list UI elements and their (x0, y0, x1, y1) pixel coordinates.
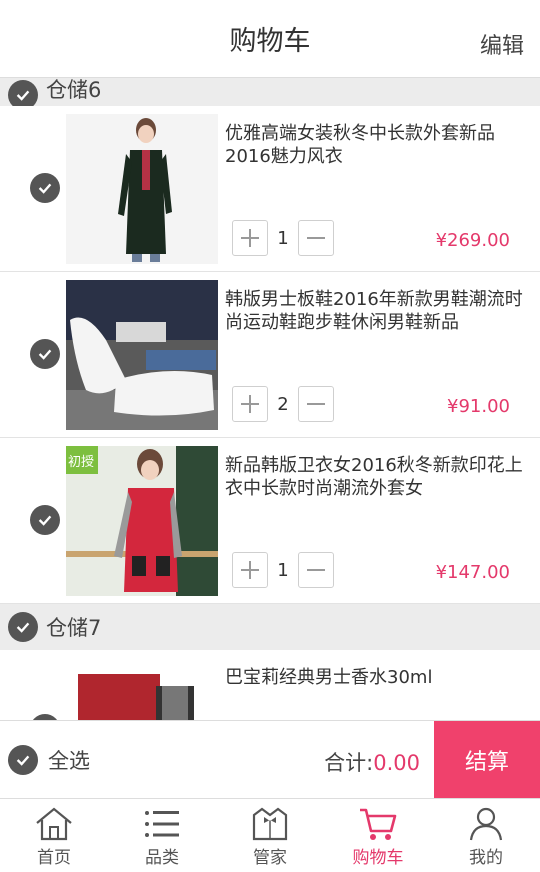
group-name: 仓储7 (46, 616, 102, 640)
total-label: 合计: (324, 751, 374, 775)
increase-button[interactable] (232, 220, 268, 256)
decrease-button[interactable] (298, 386, 334, 422)
minus-icon (307, 569, 325, 571)
group-name: 仓储6 (46, 78, 102, 102)
tab-butler[interactable]: 管家 (216, 799, 324, 872)
cart-content: 仓储6 优雅高端女装秋冬中长款外套新品2016魅力风衣 1 ¥269.00 韩版… (0, 78, 540, 720)
product-price: ¥147.00 (435, 562, 510, 583)
select-all-toggle[interactable]: 全选 (8, 744, 90, 775)
user-icon (469, 807, 503, 841)
decrease-button[interactable] (298, 552, 334, 588)
increase-button[interactable] (232, 386, 268, 422)
tab-label: 我的 (469, 848, 503, 868)
butler-icon (252, 807, 288, 841)
product-price: ¥91.00 (447, 396, 510, 417)
total-summary: 合计:0.00 (324, 747, 420, 777)
bottom-tab-bar: 首页 品类 管家 购物车 我的 (0, 798, 540, 872)
header-bar: 购物车 编辑 (0, 0, 540, 78)
product-name[interactable]: 巴宝莉经典男士香水30ml (225, 666, 525, 689)
tab-category[interactable]: 品类 (108, 799, 216, 872)
total-amount: 0.00 (373, 751, 420, 775)
cart-item: 初授 新品韩版卫衣女2016秋冬新款印花上衣中长款时尚潮流外套女 1 ¥147.… (0, 438, 540, 604)
quantity-value: 1 (277, 227, 289, 249)
product-image[interactable] (66, 280, 218, 430)
edit-button[interactable]: 编辑 (480, 28, 524, 60)
cart-item: 巴宝莉经典男士香水30ml (0, 650, 540, 720)
product-name[interactable]: 新品韩版卫衣女2016秋冬新款印花上衣中长款时尚潮流外套女 (225, 454, 525, 500)
quantity-value: 1 (277, 559, 289, 581)
group-header[interactable]: 仓储7 (0, 604, 540, 650)
product-name[interactable]: 优雅高端女装秋冬中长款外套新品2016魅力风衣 (225, 122, 525, 168)
checkout-button[interactable]: 结算 (434, 721, 540, 798)
cart-icon (360, 808, 397, 840)
product-badge: 初授 (68, 455, 95, 470)
product-name[interactable]: 韩版男士板鞋2016年新款男鞋潮流时尚运动鞋跑步鞋休闲男鞋新品 (225, 288, 525, 334)
quantity-stepper: 2 (232, 386, 334, 422)
cart-item: 韩版男士板鞋2016年新款男鞋潮流时尚运动鞋跑步鞋休闲男鞋新品 2 ¥91.00 (0, 272, 540, 438)
quantity-value: 2 (277, 393, 289, 415)
quantity-stepper: 1 (232, 220, 334, 256)
minus-icon (307, 403, 325, 405)
minus-icon (307, 237, 325, 239)
page-title: 购物车 (229, 26, 311, 57)
group-check-icon[interactable] (8, 612, 38, 642)
tab-home[interactable]: 首页 (0, 799, 108, 872)
plus-icon (241, 561, 259, 579)
tab-label: 购物车 (352, 848, 404, 868)
select-all-check-icon[interactable] (8, 744, 38, 775)
tab-label: 品类 (145, 848, 179, 868)
tab-label: 管家 (253, 848, 287, 868)
plus-icon (241, 229, 259, 247)
tab-cart[interactable]: 购物车 (324, 799, 432, 872)
cart-item: 优雅高端女装秋冬中长款外套新品2016魅力风衣 1 ¥269.00 (0, 106, 540, 272)
product-image[interactable]: 初授 (66, 446, 218, 596)
plus-icon (241, 395, 259, 413)
product-image[interactable] (66, 658, 218, 720)
increase-button[interactable] (232, 552, 268, 588)
product-image[interactable] (66, 114, 218, 264)
product-price: ¥269.00 (435, 230, 510, 251)
item-check-icon[interactable] (30, 173, 60, 203)
item-check-icon[interactable] (30, 505, 60, 535)
list-icon (145, 811, 179, 837)
tab-mine[interactable]: 我的 (432, 799, 540, 872)
quantity-stepper: 1 (232, 552, 334, 588)
checkout-bar: 全选 合计:0.00 结算 (0, 720, 540, 798)
group-header[interactable]: 仓储6 (0, 78, 540, 110)
home-icon (36, 807, 72, 841)
item-check-icon[interactable] (30, 339, 60, 369)
tab-label: 首页 (37, 848, 71, 868)
decrease-button[interactable] (298, 220, 334, 256)
select-all-label: 全选 (48, 748, 90, 773)
